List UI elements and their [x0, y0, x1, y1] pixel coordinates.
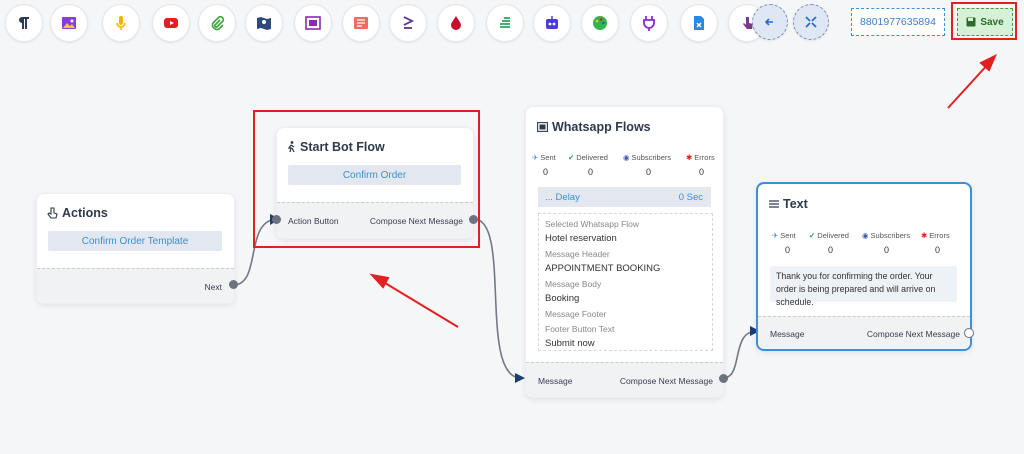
image-icon[interactable] [50, 4, 88, 42]
start-output-port[interactable] [469, 215, 478, 224]
check-circle-icon: ✔ [568, 153, 575, 162]
actions-node[interactable]: Actions Confirm Order Template Next [36, 193, 238, 304]
field-label: Message Footer [545, 309, 607, 319]
phone-number[interactable]: 8801977635894 [851, 8, 945, 36]
errors-count: 0 [699, 167, 705, 177]
whatsapp-node-title: Whatsapp Flows [537, 120, 651, 134]
delivered-count: 0 [588, 167, 594, 177]
start-node-footer: Action Button Compose Next Message [277, 202, 473, 238]
drop-icon[interactable] [437, 4, 475, 42]
message-label: Message [538, 376, 573, 386]
robot-icon[interactable] [533, 4, 571, 42]
errors-stat: ✱ Errors [686, 153, 715, 162]
connector-arrowhead [515, 373, 525, 383]
paragraph-icon[interactable] [5, 4, 43, 42]
sent-stat: ✈ Sent [532, 153, 556, 162]
hand-pointer-icon [47, 207, 58, 219]
red-arrow-save [947, 53, 997, 109]
delivered-stat: ✔ Delivered [568, 153, 608, 162]
red-arrow-start [369, 273, 459, 328]
user-circle-icon: ◉ [623, 153, 630, 162]
whatsapp-node-footer: Message Compose Next Message [526, 362, 723, 397]
actions-node-footer: Next [37, 268, 234, 303]
floppy-icon [966, 17, 976, 27]
condition-icon[interactable] [389, 4, 427, 42]
carousel-icon[interactable] [294, 4, 332, 42]
confirm-order-button[interactable]: Confirm Order [288, 165, 461, 185]
message-label: Message [770, 329, 805, 339]
check-circle-icon: ✔ [809, 231, 816, 240]
field-value: Submit now [545, 338, 595, 349]
text-node[interactable]: Text ✈ Sent ✔ Delivered ◉ Subscribers ✱ Erro… [756, 182, 974, 351]
youtube-icon[interactable] [152, 4, 190, 42]
save-highlight: Save [951, 2, 1017, 40]
newspaper-icon[interactable] [342, 4, 380, 42]
flow-details: Selected Whatsapp Flow Hotel reservation… [538, 213, 713, 351]
align-left-icon [769, 199, 779, 208]
sent-stat: ✈ Sent [772, 231, 796, 240]
errors-stat: ✱ Errors [921, 231, 950, 240]
save-button[interactable]: Save [957, 8, 1013, 36]
sent-count: 0 [543, 167, 549, 177]
connector-start-whatsapp [473, 218, 522, 379]
field-label: Message Header [545, 249, 610, 259]
delay-bar[interactable]: ... Delay 0 Sec [538, 187, 711, 207]
compose-next-label: Compose Next Message [866, 329, 960, 339]
field-value: APPOINTMENT BOOKING [545, 263, 661, 274]
attachment-icon[interactable] [198, 4, 236, 42]
delivered-stat: ✔ Delivered [809, 231, 849, 240]
action-button-label: Action Button [288, 216, 339, 226]
plug-icon[interactable] [630, 4, 668, 42]
subscribers-stat: ◉ Subscribers [623, 153, 672, 162]
text-output-port[interactable] [964, 328, 974, 338]
message-text: Thank you for confirming the order. Your… [770, 266, 957, 307]
subscribers-count: 0 [646, 167, 652, 177]
send-icon: ✈ [532, 153, 539, 162]
start-node-title: Start Bot Flow [287, 140, 385, 154]
subscribers-stat: ◉ Subscribers [862, 231, 911, 240]
walking-icon [287, 141, 295, 153]
sent-count: 0 [785, 245, 791, 255]
carousel-icon [537, 122, 548, 132]
next-label: Next [204, 282, 222, 292]
save-label: Save [980, 16, 1004, 28]
whatsapp-flows-node[interactable]: Whatsapp Flows ✈ Sent ✔ Delivered ◉ Subscri… [525, 106, 728, 398]
compose-next-label: Compose Next Message [619, 376, 713, 386]
whatsapp-output-port[interactable] [719, 374, 728, 383]
stack-icon[interactable] [486, 4, 524, 42]
confirm-order-template-button[interactable]: Confirm Order Template [48, 231, 222, 251]
compose-next-label: Compose Next Message [369, 216, 463, 226]
field-label: Footer Button Text [545, 324, 615, 334]
field-label: Selected Whatsapp Flow [545, 219, 640, 229]
errors-count: 0 [935, 245, 941, 255]
start-input-port[interactable] [272, 215, 281, 224]
connector-whatsapp-text [722, 330, 758, 379]
user-circle-icon: ◉ [862, 231, 869, 240]
subscribers-count: 0 [884, 245, 890, 255]
delivered-count: 0 [828, 245, 834, 255]
start-bot-flow-node[interactable]: Start Bot Flow Confirm Order Action Butt… [272, 127, 478, 239]
field-label: Message Body [545, 279, 602, 289]
bug-icon: ✱ [921, 231, 928, 240]
text-node-footer: Message Compose Next Message [758, 316, 970, 349]
collapse-arrow-icon[interactable] [752, 4, 788, 40]
map-icon[interactable] [245, 4, 283, 42]
field-value: Hotel reservation [545, 233, 617, 244]
bug-icon: ✱ [686, 153, 693, 162]
delay-value: 0 Sec [678, 192, 703, 203]
send-icon: ✈ [772, 231, 779, 240]
compress-icon[interactable] [793, 4, 829, 40]
delay-label: ... Delay [545, 192, 580, 203]
excel-icon[interactable] [680, 4, 718, 42]
field-value: Booking [545, 293, 580, 304]
microphone-icon[interactable] [102, 4, 140, 42]
actions-output-port[interactable] [229, 280, 238, 289]
text-node-title: Text [769, 197, 808, 211]
palette-icon[interactable] [581, 4, 619, 42]
actions-node-title: Actions [47, 206, 108, 220]
